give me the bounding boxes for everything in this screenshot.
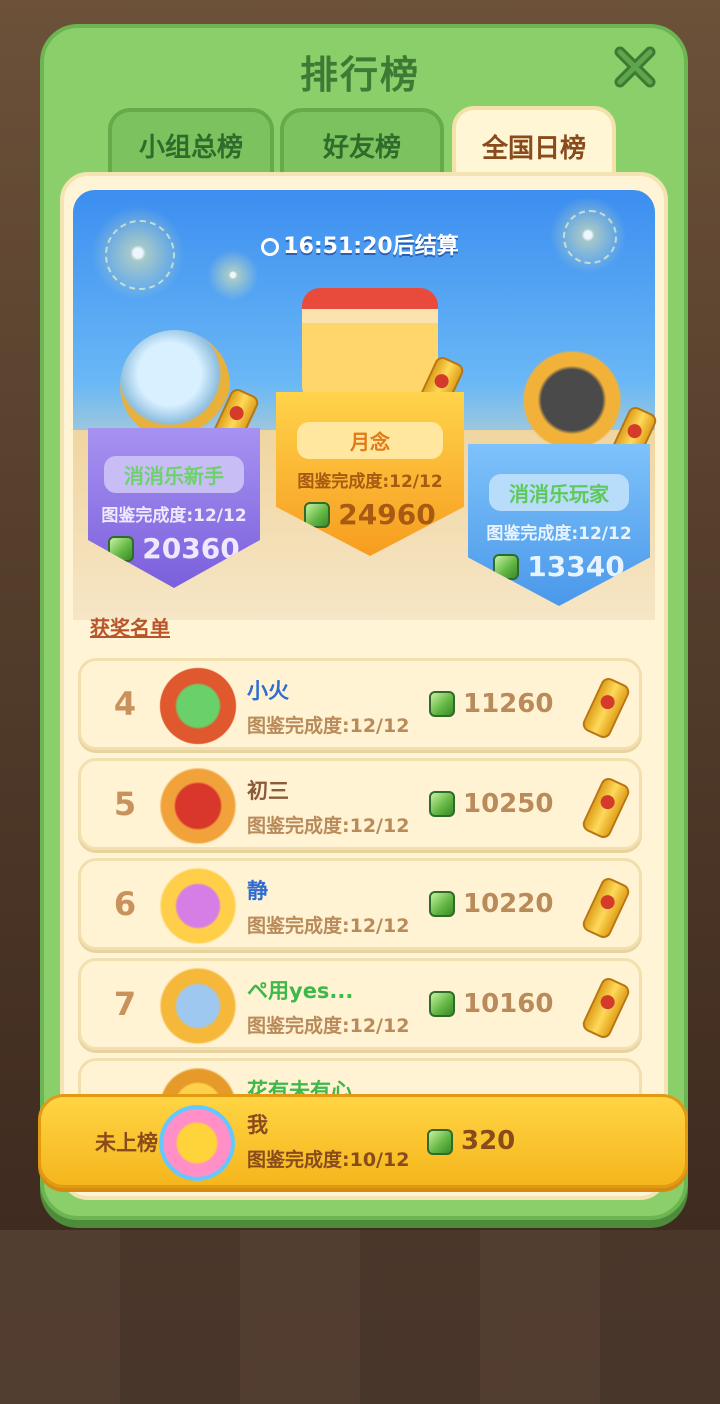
scroll-icon xyxy=(580,875,632,941)
second-place-name: 消消乐新手 xyxy=(104,456,244,493)
scroll-icon xyxy=(580,775,632,841)
rank-number: 6 xyxy=(113,885,137,923)
second-place-progress: 图鉴完成度:12/12 xyxy=(101,506,247,526)
player-progress: 图鉴完成度:12/12 xyxy=(247,1015,410,1037)
second-place-avatar[interactable] xyxy=(120,330,230,440)
scroll-icon xyxy=(580,675,632,741)
gem-icon xyxy=(429,891,455,917)
third-place-score: 13340 xyxy=(527,550,625,583)
first-place-name: 月念 xyxy=(297,422,443,459)
player-score: 11260 xyxy=(463,689,554,719)
player-progress: 图鉴完成度:12/12 xyxy=(247,715,410,737)
rank-number: 4 xyxy=(113,685,137,723)
rank-number: 7 xyxy=(113,985,137,1023)
awards-list-title[interactable]: 获奖名单 xyxy=(90,612,170,641)
rank-row[interactable]: 7 ペ用yes... 图鉴完成度:12/12 10160 xyxy=(78,958,642,1050)
first-place-avatar[interactable] xyxy=(302,288,438,404)
player-progress: 图鉴完成度:12/12 xyxy=(247,915,410,937)
player-progress: 图鉴完成度:12/12 xyxy=(247,815,410,837)
my-rank-label: 未上榜 xyxy=(95,1131,158,1155)
first-place-progress: 图鉴完成度:12/12 xyxy=(297,472,443,492)
gem-icon xyxy=(429,791,455,817)
player-avatar[interactable] xyxy=(159,967,237,1045)
rank-row[interactable]: 6 静 图鉴完成度:12/12 10220 xyxy=(78,858,642,950)
third-place-name: 消消乐玩家 xyxy=(489,474,629,511)
gem-icon xyxy=(429,991,455,1017)
rank-row[interactable]: 5 初三 图鉴完成度:12/12 10250 xyxy=(78,758,642,850)
player-name: 静 xyxy=(247,879,268,903)
timer-text: 16:51:20后结算 xyxy=(283,234,459,259)
rank-number: 5 xyxy=(113,785,137,823)
my-avatar[interactable] xyxy=(159,1105,235,1181)
my-name: 我 xyxy=(247,1113,268,1137)
my-rank-bar[interactable]: 未上榜 我 图鉴完成度:10/12 320 xyxy=(38,1094,688,1188)
first-place-score: 24960 xyxy=(338,498,436,531)
clock-icon xyxy=(261,238,280,256)
settlement-timer: 16:51:20后结算 xyxy=(0,228,720,260)
close-button[interactable] xyxy=(612,44,658,90)
background-floor xyxy=(0,1230,720,1404)
player-score: 10220 xyxy=(463,889,554,919)
player-name: 小火 xyxy=(247,679,289,703)
tab-friends[interactable]: 好友榜 xyxy=(280,108,444,182)
player-avatar[interactable] xyxy=(159,867,237,945)
third-place-progress: 图鉴完成度:12/12 xyxy=(486,524,632,544)
player-score: 10250 xyxy=(463,789,554,819)
player-avatar[interactable] xyxy=(159,767,237,845)
my-score: 320 xyxy=(461,1126,516,1156)
third-place-avatar[interactable] xyxy=(518,346,626,454)
player-score: 10160 xyxy=(463,989,554,1019)
gem-icon xyxy=(304,501,331,528)
gem-icon xyxy=(429,691,455,717)
scroll-icon xyxy=(580,975,632,1041)
my-progress: 图鉴完成度:10/12 xyxy=(247,1149,410,1171)
rank-row[interactable]: 4 小火 图鉴完成度:12/12 11260 xyxy=(78,658,642,750)
player-avatar[interactable] xyxy=(159,667,237,745)
tab-group-total[interactable]: 小组总榜 xyxy=(108,108,274,182)
gem-icon xyxy=(427,1129,453,1155)
player-name: 初三 xyxy=(247,779,289,803)
close-x-icon xyxy=(614,46,656,88)
player-name: ペ用yes... xyxy=(247,979,354,1003)
